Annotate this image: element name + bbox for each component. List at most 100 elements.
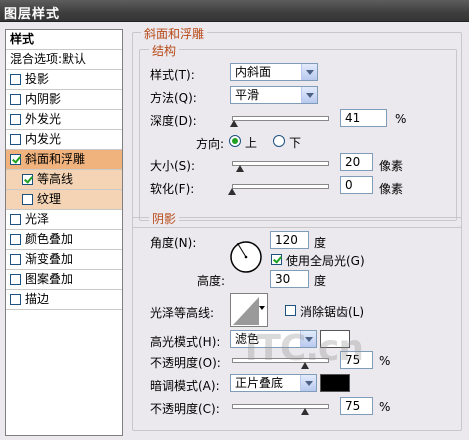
- sidebar-item-label: 投影: [25, 72, 50, 86]
- depth-label: 深度(D):: [150, 114, 197, 128]
- direction-down-radio[interactable]: [273, 135, 285, 147]
- depth-slider-thumb[interactable]: [229, 120, 238, 127]
- sidebar-item[interactable]: 外发光: [6, 110, 122, 130]
- chevron-down-icon[interactable]: [300, 331, 316, 347]
- sidebar-item-checkbox[interactable]: [10, 254, 21, 265]
- global-light-label: 使用全局光(G): [286, 254, 365, 268]
- sidebar-item-checkbox[interactable]: [10, 234, 21, 245]
- shadow-color-swatch[interactable]: [320, 374, 350, 392]
- sidebar-item-label: 内发光: [25, 132, 62, 146]
- anti-aliased-label: 消除锯齿(L): [300, 305, 365, 319]
- technique-select[interactable]: 平滑: [230, 86, 318, 104]
- sidebar-item[interactable]: 内发光: [6, 130, 122, 150]
- sidebar-item[interactable]: 等高线: [6, 170, 122, 190]
- size-slider-track[interactable]: [232, 161, 329, 166]
- size-input[interactable]: 20: [340, 153, 373, 171]
- angle-unit: 度: [314, 236, 327, 250]
- size-slider-thumb[interactable]: [235, 165, 244, 172]
- highlight-mode-select[interactable]: 滤色: [230, 330, 317, 348]
- sidebar-item-checkbox[interactable]: [10, 134, 21, 145]
- altitude-unit: 度: [314, 274, 327, 288]
- highlight-opacity-input[interactable]: 75: [340, 351, 373, 369]
- angle-value: 120: [275, 233, 298, 247]
- highlight-opacity-track[interactable]: [232, 358, 329, 363]
- soften-slider-track[interactable]: [232, 184, 329, 189]
- sidebar-item-checkbox[interactable]: [22, 194, 33, 205]
- direction-label: 方向:: [196, 137, 225, 151]
- sidebar-item-label: 颜色叠加: [25, 232, 74, 246]
- sidebar-item-checkbox[interactable]: [10, 274, 21, 285]
- sidebar-item[interactable]: 投影: [6, 70, 122, 90]
- shadow-opacity-label: 不透明度(C):: [150, 402, 220, 416]
- technique-label: 方法(Q):: [150, 91, 197, 105]
- shadow-opacity-value: 75: [345, 399, 361, 413]
- soften-label: 软化(F):: [150, 182, 195, 196]
- highlight-mode-label: 高光模式(H):: [150, 335, 221, 349]
- shadow-mode-select[interactable]: 正片叠底: [230, 374, 317, 392]
- shading-title: 阴影: [149, 210, 180, 227]
- sidebar-item-checkbox[interactable]: [10, 94, 21, 105]
- sidebar-item[interactable]: 图案叠加: [6, 270, 122, 290]
- angle-dial[interactable]: [229, 240, 263, 274]
- shadow-opacity-input[interactable]: 75: [340, 397, 373, 415]
- gloss-contour-picker[interactable]: [230, 293, 268, 327]
- highlight-mode-value: 滤色: [235, 332, 260, 346]
- sidebar-item-checkbox[interactable]: [10, 114, 21, 125]
- sidebar-item-label: 外发光: [25, 112, 62, 126]
- sidebar-item-checkbox[interactable]: [10, 214, 21, 225]
- style-list: 样式 混合选项:默认 投影内阴影外发光内发光斜面和浮雕 等高线 纹理光泽颜色叠加渐变…: [5, 29, 123, 436]
- shadow-opacity-track[interactable]: [232, 404, 329, 409]
- soften-slider-thumb[interactable]: [228, 188, 236, 195]
- shadow-opacity-thumb[interactable]: [300, 408, 309, 415]
- highlight-color-swatch[interactable]: [320, 330, 350, 348]
- highlight-opacity-thumb[interactable]: [300, 362, 309, 369]
- altitude-label: 高度:: [197, 274, 226, 288]
- soften-input[interactable]: 0: [340, 176, 373, 194]
- sidebar-item-checkbox[interactable]: [10, 294, 21, 305]
- sidebar-item[interactable]: 斜面和浮雕: [6, 150, 122, 170]
- sidebar-item-checkbox[interactable]: [10, 154, 21, 165]
- sidebar-item-checkbox[interactable]: [10, 74, 21, 85]
- shadow-opacity-unit: %: [379, 400, 391, 414]
- sidebar-item-label: 描边: [25, 292, 50, 306]
- direction-up-label: 上: [245, 136, 258, 150]
- sidebar-item[interactable]: 渐变叠加: [6, 250, 122, 270]
- contour-preview-icon: [233, 297, 259, 325]
- anti-aliased-checkbox[interactable]: [285, 305, 296, 316]
- caret-down-icon[interactable]: [259, 306, 265, 310]
- sidebar-item-label: 图案叠加: [25, 272, 74, 286]
- sidebar-item-label: 内阴影: [25, 92, 62, 106]
- bevel-section-title: 斜面和浮雕: [141, 25, 208, 42]
- blend-options-label: 混合选项:默认: [10, 52, 87, 66]
- global-light-checkbox[interactable]: [271, 254, 282, 265]
- style-select-value: 内斜面: [235, 65, 272, 79]
- direction-up-radio[interactable]: [229, 135, 241, 147]
- depth-input[interactable]: 41: [340, 109, 387, 127]
- style-select[interactable]: 内斜面: [230, 63, 318, 81]
- highlight-opacity-label: 不透明度(O):: [150, 356, 221, 370]
- highlight-opacity-unit: %: [379, 354, 391, 368]
- depth-unit: %: [395, 112, 407, 126]
- style-list-header[interactable]: 样式: [6, 30, 122, 50]
- blend-options-item[interactable]: 混合选项:默认: [6, 50, 122, 70]
- depth-value: 41: [345, 111, 361, 125]
- angle-input[interactable]: 120: [270, 231, 309, 249]
- sidebar-item-checkbox[interactable]: [22, 174, 33, 185]
- window-title: 图层样式: [4, 7, 61, 22]
- chevron-down-icon[interactable]: [301, 64, 317, 80]
- chevron-down-icon[interactable]: [300, 375, 316, 391]
- sidebar-item[interactable]: 内阴影: [6, 90, 122, 110]
- highlight-opacity-value: 75: [345, 353, 361, 367]
- soften-value: 0: [345, 178, 353, 192]
- sidebar-item[interactable]: 光泽: [6, 210, 122, 230]
- sidebar-item[interactable]: 颜色叠加: [6, 230, 122, 250]
- altitude-input[interactable]: 30: [270, 270, 309, 288]
- sidebar-item-label: 光泽: [25, 212, 50, 226]
- options-panel: 斜面和浮雕 结构 样式(T): 内斜面 方法(Q): 平滑 深度(D): 41 …: [129, 25, 464, 436]
- title-bar: 图层样式: [0, 0, 469, 22]
- chevron-down-icon[interactable]: [301, 87, 317, 103]
- sidebar-item[interactable]: 描边: [6, 290, 122, 310]
- shadow-mode-value: 正片叠底: [235, 376, 284, 390]
- depth-slider-track[interactable]: [232, 116, 329, 121]
- sidebar-item[interactable]: 纹理: [6, 190, 122, 210]
